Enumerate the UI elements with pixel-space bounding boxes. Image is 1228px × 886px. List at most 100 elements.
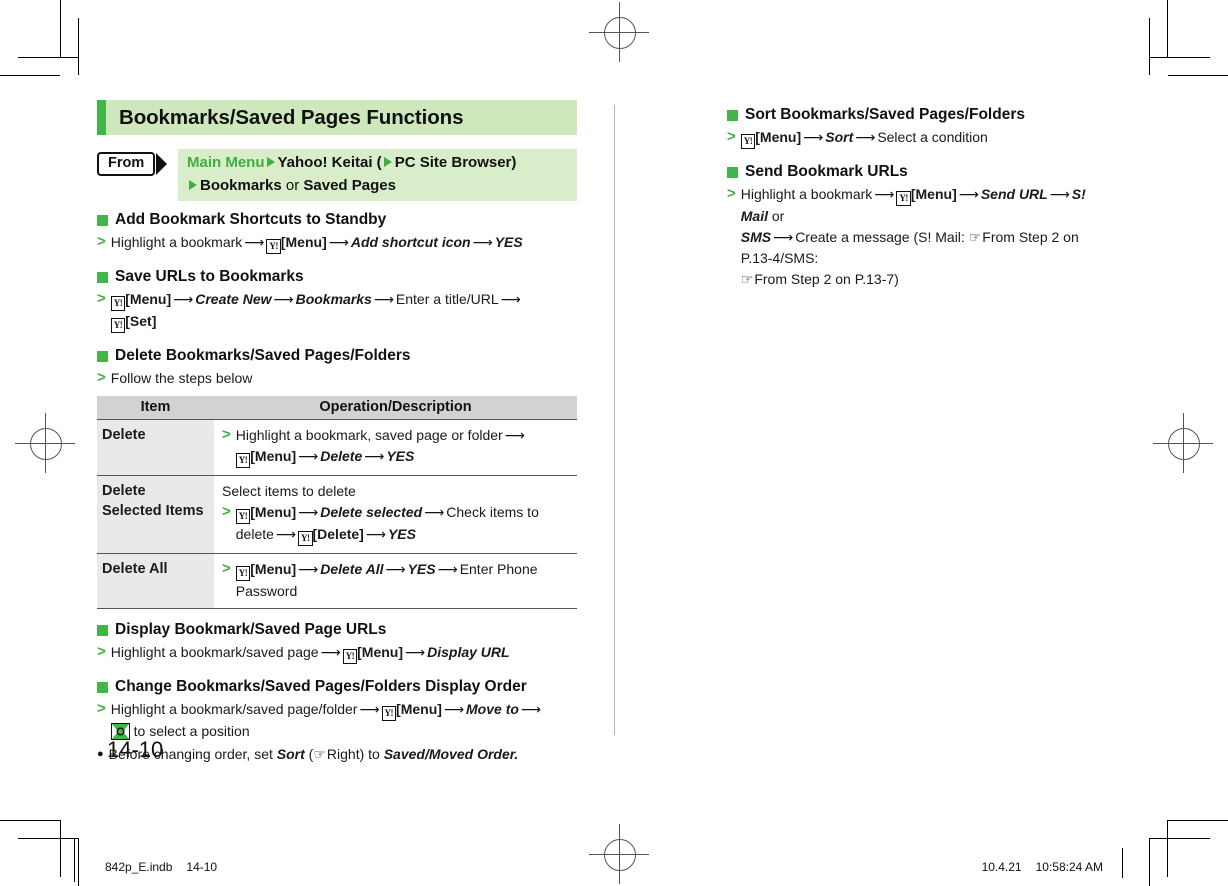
green-square-bullet-icon xyxy=(97,681,108,693)
step-body: Y! [Menu] ⟶ Create New ⟶ Bookmarks ⟶ Enter a ti… xyxy=(110,289,577,333)
arrow-icon: ⟶ xyxy=(443,702,465,718)
yahoo-softkey-icon: Y! xyxy=(110,296,126,311)
section-heading: Delete Bookmarks/Saved Pages/Folders xyxy=(97,346,577,366)
softkey-label: [Menu] xyxy=(250,560,297,577)
table-cell-item: Delete Selected Items xyxy=(97,475,214,554)
from-arrow-icon xyxy=(156,153,168,175)
step-text: Highlight a bookmark xyxy=(740,186,873,202)
crop-mark-br-v2 xyxy=(1149,838,1150,886)
arrow-icon: ⟶ xyxy=(773,229,794,246)
step-body: Y! [Menu] ⟶ Delete selected ⟶ Check items to … xyxy=(235,502,577,546)
crop-mark-bl-v xyxy=(60,820,61,877)
crop-mark-tl-h xyxy=(0,75,60,76)
yahoo-softkey-icon: Y! xyxy=(266,239,281,254)
softkey-label: [Menu] xyxy=(250,503,297,520)
arrow-icon: ⟶ xyxy=(173,292,194,308)
step-body: Y! [Menu] ⟶ Delete All ⟶ YES ⟶ Enter Phone Pass… xyxy=(235,559,577,602)
softkey-label: [Set] xyxy=(125,313,157,329)
step-text: Highlight a bookmark/saved page/folder xyxy=(110,701,358,717)
menu-item: Delete All xyxy=(320,560,384,577)
menu-item: SMS xyxy=(740,228,772,245)
path-arrow-icon-1 xyxy=(266,157,275,168)
yahoo-softkey-icon: Y! xyxy=(298,530,313,546)
step-line: > Y! [Menu] ⟶ Delete All ⟶ YES ⟶ Enter Phone Pa… xyxy=(222,559,577,602)
table-cell-item: Delete xyxy=(97,418,214,476)
section-heading: Add Bookmark Shortcuts to Standby xyxy=(97,210,577,230)
step-line: > Highlight a bookmark ⟶ Y! [Menu] ⟶ Send URL… xyxy=(727,184,1107,290)
arrow-icon: ⟶ xyxy=(273,292,294,308)
from-badge: From xyxy=(97,152,168,176)
footer-page: 14-10 xyxy=(186,860,218,874)
step-line: > Y! [Menu] ⟶ Create New ⟶ Bookmarks ⟶ Enter a … xyxy=(97,289,577,333)
from-path: Main Menu Yahoo! Keitai (PC Site Browser)… xyxy=(178,149,577,201)
crop-mark-br-v xyxy=(1167,820,1168,877)
step-line: > Y! [Menu] ⟶ Sort ⟶ Select a condition xyxy=(727,127,1107,149)
step-marker-icon: > xyxy=(97,290,106,307)
softkey-label: [Menu] xyxy=(250,448,297,464)
softkey-label: [Menu] xyxy=(357,644,404,660)
step-marker-icon: > xyxy=(222,559,231,577)
from-path-pc-site-browser: PC Site Browser) xyxy=(394,154,517,171)
note-line: ● Before changing order, set Sort (☞Righ… xyxy=(97,744,577,766)
arrow-icon: ⟶ xyxy=(1049,187,1070,203)
table-header-row: Item Operation/Description xyxy=(97,395,577,419)
footer-divider-right xyxy=(1122,848,1123,878)
step-marker-icon: > xyxy=(222,425,231,443)
pre-step-text: Select items to delete xyxy=(222,483,356,499)
step-marker-icon: > xyxy=(727,185,736,202)
yahoo-softkey-icon: Y! xyxy=(235,508,251,524)
arrow-icon: ⟶ xyxy=(244,235,265,251)
table-cell-description: > Y! [Menu] ⟶ Delete All ⟶ YES ⟶ Enter Phone Pa… xyxy=(214,553,577,609)
table-row: Delete > Highlight a bookmark, saved pag… xyxy=(97,418,577,476)
footer-time: 10:58:24 AM xyxy=(1035,860,1103,874)
section-title-bar: Bookmarks/Saved Pages Functions xyxy=(97,100,577,135)
note-text-a: Before changing order, set xyxy=(108,745,273,762)
arrow-icon: ⟶ xyxy=(298,561,319,578)
table-cell-description: > Highlight a bookmark, saved page or fo… xyxy=(214,418,577,476)
pointing-hand-icon: ☞ xyxy=(313,746,326,763)
table-row: Delete Selected Items Select items to de… xyxy=(97,475,577,554)
section-heading: Change Bookmarks/Saved Pages/Folders Dis… xyxy=(97,677,577,697)
section-heading-text: Display Bookmark/Saved Page URLs xyxy=(115,621,387,638)
step-line: > Highlight a bookmark/saved page ⟶ Y! [Men… xyxy=(97,642,577,664)
section-heading: Send Bookmark URLs xyxy=(727,162,1107,182)
crop-mark-tl-h2 xyxy=(18,57,78,58)
arrow-icon: ⟶ xyxy=(373,292,394,308)
section-heading-text: Save URLs to Bookmarks xyxy=(115,268,304,285)
softkey-label: [Delete] xyxy=(312,525,364,542)
menu-item: Move to xyxy=(466,701,519,717)
step-marker-icon: > xyxy=(97,700,106,717)
section-heading: Display Bookmark/Saved Page URLs xyxy=(97,620,577,640)
green-square-bullet-icon xyxy=(97,214,108,226)
section-heading: Sort Bookmarks/Saved Pages/Folders xyxy=(727,105,1107,125)
step-text: Select a condition xyxy=(877,129,988,145)
step-body: Follow the steps below xyxy=(111,368,577,389)
registration-mark-right xyxy=(1153,413,1213,473)
menu-item: YES xyxy=(387,525,416,542)
step-line: > Highlight a bookmark ⟶ Y! [Menu] ⟶ Add shor… xyxy=(97,232,577,254)
footer-filename: 842p_E.indb xyxy=(105,860,173,874)
softkey-label: [Menu] xyxy=(280,234,327,250)
content-area: Bookmarks/Saved Pages Functions From Mai… xyxy=(97,100,1107,763)
menu-item: Sort xyxy=(825,129,854,145)
title-accent-bar xyxy=(97,100,106,135)
step-line: > Highlight a bookmark, saved page or fo… xyxy=(222,425,577,468)
footer-date: 10.4.21 xyxy=(981,860,1022,874)
arrow-icon: ⟶ xyxy=(359,702,380,718)
section-heading-text: Delete Bookmarks/Saved Pages/Folders xyxy=(115,347,411,364)
yahoo-softkey-icon: Y! xyxy=(896,191,911,206)
reference-text: From Step 2 on P.13-7) xyxy=(754,270,899,287)
step-marker-icon: > xyxy=(97,233,106,250)
section-heading-text: Add Bookmark Shortcuts to Standby xyxy=(115,211,387,228)
step-body: Highlight a bookmark ⟶ Y! [Menu] ⟶ Send URL ⟶ S… xyxy=(741,184,1107,290)
arrow-icon: ⟶ xyxy=(958,187,979,203)
footer-right: 10.4.21 10:58:24 AM xyxy=(982,860,1103,874)
from-path-saved-pages: Saved Pages xyxy=(303,176,396,194)
operation-table: Item Operation/Description Delete > High… xyxy=(97,395,577,610)
softkey-label: [Menu] xyxy=(755,129,802,145)
page-canvas: 14 Internet 14-10 Bookmarks/Saved Pages … xyxy=(0,0,1228,886)
column-header-operation: Operation/Description xyxy=(214,395,577,419)
arrow-icon: ⟶ xyxy=(320,645,341,661)
pointing-hand-icon: ☞ xyxy=(968,229,982,246)
arrow-icon: ⟶ xyxy=(803,130,824,146)
